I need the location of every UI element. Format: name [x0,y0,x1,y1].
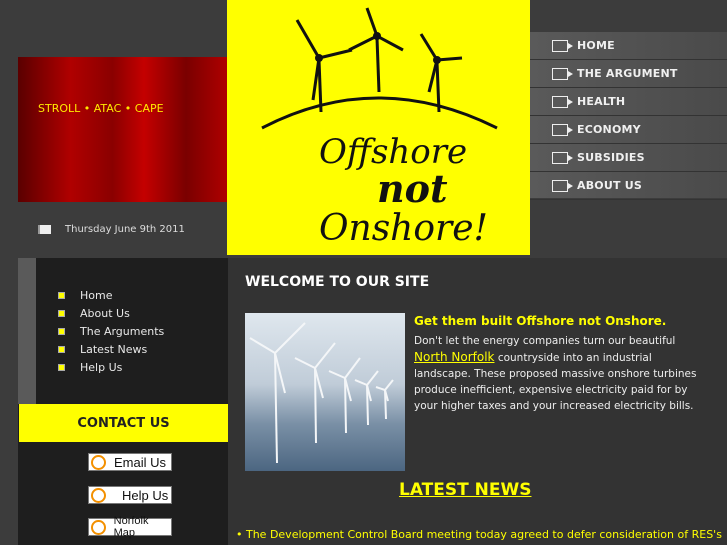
north-norfolk-link[interactable]: North Norfolk [414,350,494,364]
nav-economy[interactable]: ECONOMY [530,116,727,144]
help-us-button[interactable]: Help Us [88,486,172,504]
ring-icon [91,519,106,535]
arrow-page-icon [552,179,573,192]
button-label: Email Us [114,454,167,470]
page-title: WELCOME TO OUR SITE [245,274,430,290]
bullet-icon [58,327,65,335]
sidebar-item-home[interactable]: Home [58,286,164,304]
sidebar-item-the-arguments[interactable]: The Arguments [58,322,164,340]
current-date: Thursday June 9th 2011 [65,224,185,235]
offshore-turbines-photo [245,313,405,471]
sidebar-item-label: About Us [80,306,130,320]
intro-paragraph: Don't let the energy companies turn our … [414,333,704,414]
arrow-page-icon [552,67,573,80]
ring-icon [91,454,106,470]
nav-label: THE ARGUMENT [577,67,678,80]
banner-tagline: STROLL • ATAC • CAPE [38,102,164,115]
sidebar-accent-bar [18,258,36,404]
headline: Get them built Offshore not Onshore. [414,314,667,328]
nav-label: SUBSIDIES [577,151,645,164]
top-navigation: HOME THE ARGUMENT HEALTH ECONOMY SUBSIDI… [530,32,727,200]
bullet-icon [58,291,65,299]
arrow-page-icon [552,151,573,164]
sidebar-item-latest-news[interactable]: Latest News [58,340,164,358]
ring-icon [91,487,106,503]
contact-us-heading: CONTACT US [19,404,228,442]
logo-line3: Onshore! [319,208,488,249]
nav-health[interactable]: HEALTH [530,88,727,116]
bullet-icon [58,309,65,317]
nav-label: ABOUT US [577,179,642,192]
news-item[interactable]: • The Development Control Board meeting … [236,528,722,541]
sidebar-item-label: The Arguments [80,324,165,338]
norfolk-map-button[interactable]: Norfolk Map [88,515,172,539]
date-row: Thursday June 9th 2011 [38,224,185,235]
sidebar-item-about-us[interactable]: About Us [58,304,164,322]
site-logo[interactable]: Offshore not Onshore! [227,0,530,255]
nav-label: HOME [577,39,615,52]
button-label: Norfolk Map [113,515,149,539]
nav-label: ECONOMY [577,123,641,136]
sidebar-menu: Home About Us The Arguments Latest News … [58,286,164,376]
header-banner [18,57,228,202]
logo-line2: not [377,166,448,211]
sidebar-item-label: Help Us [80,360,123,374]
nav-label: HEALTH [577,95,626,108]
button-label: Help Us [122,487,169,503]
arrow-page-icon [552,123,573,136]
sidebar-item-help-us[interactable]: Help Us [58,358,164,376]
wind-turbines-logo-icon: Offshore not Onshore! [261,7,498,249]
bullet-icon [58,345,65,353]
sidebar-item-label: Home [80,288,113,302]
calendar-icon [38,224,51,234]
email-us-button[interactable]: Email Us [88,453,172,471]
nav-the-argument[interactable]: THE ARGUMENT [530,60,727,88]
nav-home[interactable]: HOME [530,32,727,60]
arrow-page-icon [552,95,573,108]
nav-subsidies[interactable]: SUBSIDIES [530,144,727,172]
bullet-icon [58,363,65,371]
latest-news-link[interactable]: LATEST NEWS [399,480,531,500]
arrow-page-icon [552,39,573,52]
nav-about-us[interactable]: ABOUT US [530,172,727,200]
intro-text: Don't let the energy companies turn our … [414,335,676,347]
sidebar-item-label: Latest News [80,342,148,356]
